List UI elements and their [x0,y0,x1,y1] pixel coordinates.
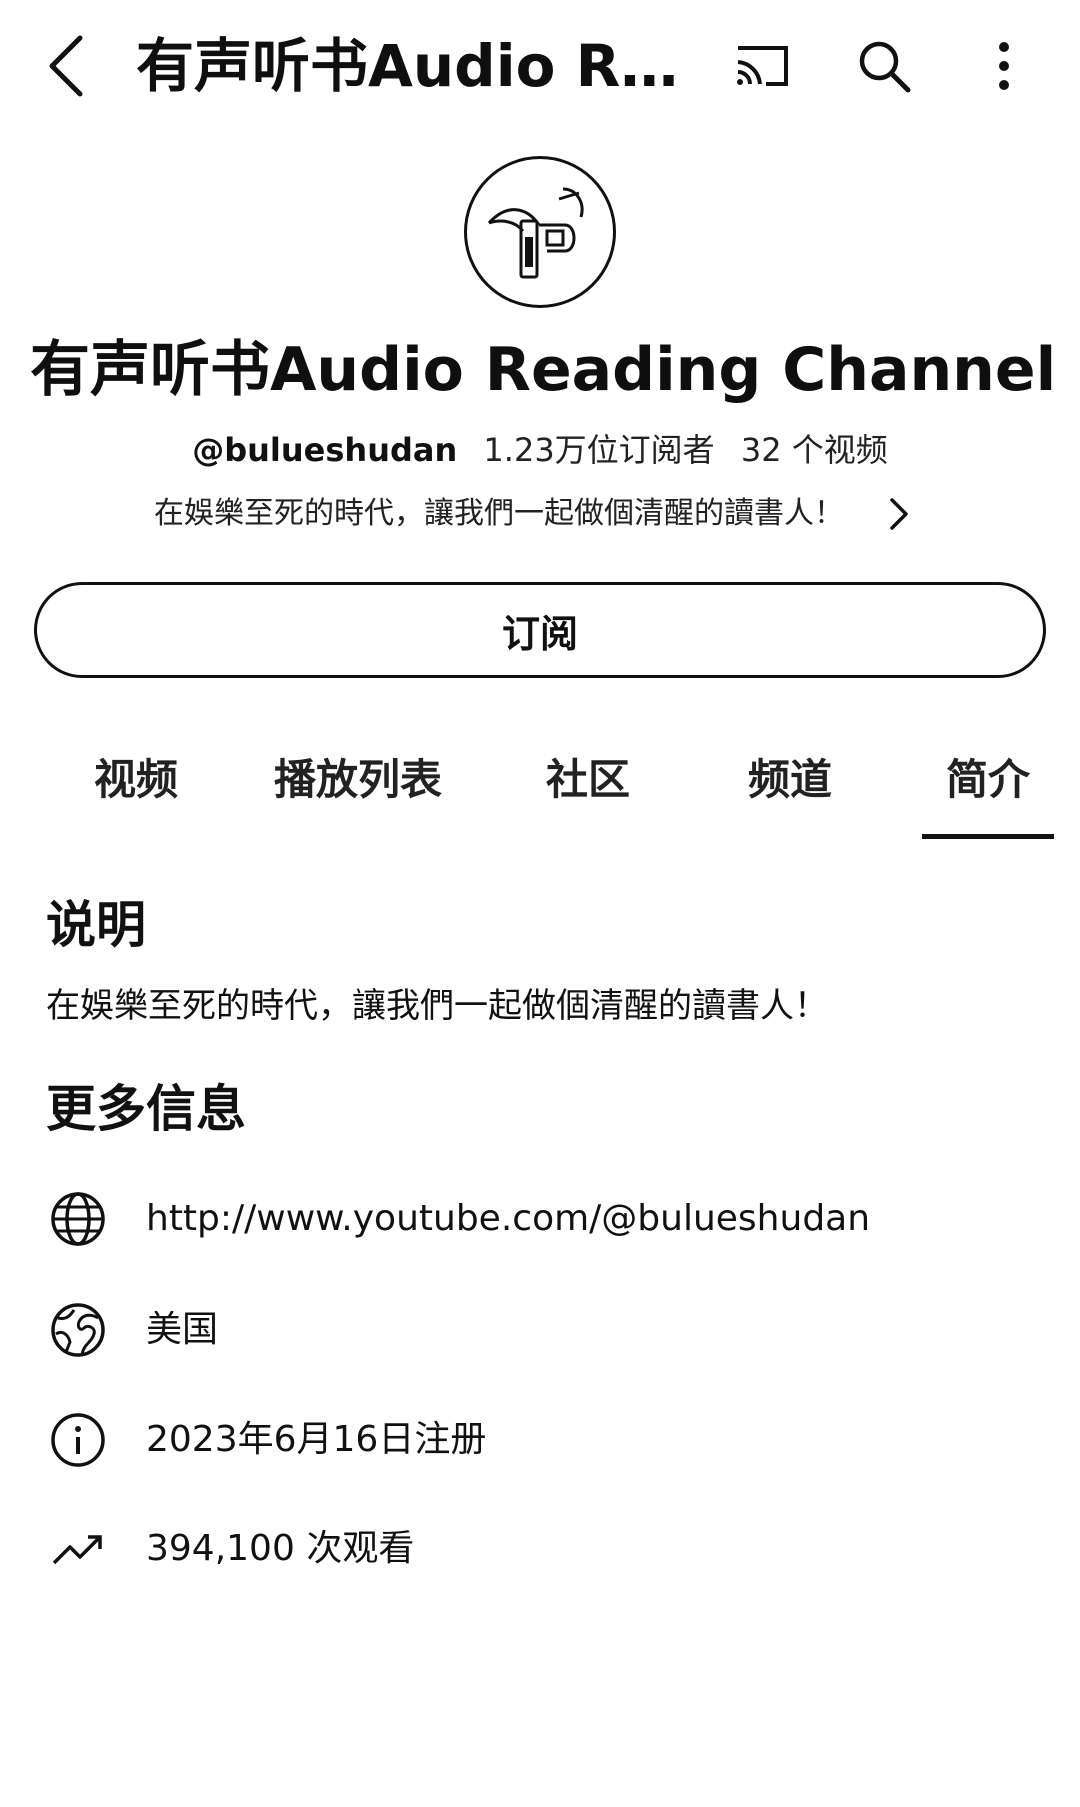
tab-about[interactable]: 简介 [918,740,1058,820]
earth-icon [46,1298,110,1362]
more-info-heading: 更多信息 [46,1080,246,1138]
tab-videos[interactable]: 视频 [66,740,206,820]
globe-icon [46,1187,110,1251]
tab-playlists[interactable]: 播放列表 [258,740,458,820]
country: 美国 [146,1309,219,1350]
info-row-country: 美国 [46,1295,1046,1365]
top-app-bar: 有声听书Audio Rea... [0,0,1080,130]
description-text: 在娛樂至死的時代，讓我們一起做個清醒的讀書人！ [46,986,828,1026]
search-icon[interactable] [852,34,916,98]
info-icon [46,1408,110,1472]
chevron-right-icon [870,486,926,542]
channel-meta: @bulueshudan 1.23万位订阅者 32 个视频 [0,426,1080,474]
page-title: 有声听书Audio Rea... [136,32,696,100]
subscribe-button[interactable]: 订阅 [34,582,1046,678]
channel-url[interactable]: http://www.youtube.com/@bulueshudan [146,1189,870,1249]
cast-icon[interactable] [730,34,794,98]
joined-date: 2023年6月16日注册 [146,1419,487,1460]
info-row-views: 394,100 次观看 [46,1514,1046,1584]
video-count: 32 个视频 [740,431,888,469]
channel-name: 有声听书Audio Reading Channel [30,335,1057,405]
more-vertical-icon[interactable] [972,34,1036,98]
channel-tagline: 在娛樂至死的時代，讓我們一起做個清醒的讀書人！ [154,496,844,531]
channel-avatar[interactable] [464,156,616,308]
channel-handle: @bulueshudan [192,431,458,469]
channel-tagline-link[interactable]: 在娛樂至死的時代，讓我們一起做個清醒的讀書人！ [0,486,1080,542]
description-heading: 说明 [46,896,146,954]
tab-community[interactable]: 社区 [518,740,658,820]
view-count: 394,100 次观看 [146,1528,415,1569]
trending-icon [46,1517,110,1581]
info-row-link[interactable]: http://www.youtube.com/@bulueshudan [46,1184,1046,1254]
active-tab-indicator [922,834,1054,839]
back-arrow-icon[interactable] [40,24,102,108]
subscriber-count: 1.23万位订阅者 [483,431,715,469]
tab-channels[interactable]: 频道 [720,740,860,820]
info-row-joined: 2023年6月16日注册 [46,1405,1046,1475]
channel-tabs: 视频 播放列表 社区 频道 简介 [0,740,1080,840]
